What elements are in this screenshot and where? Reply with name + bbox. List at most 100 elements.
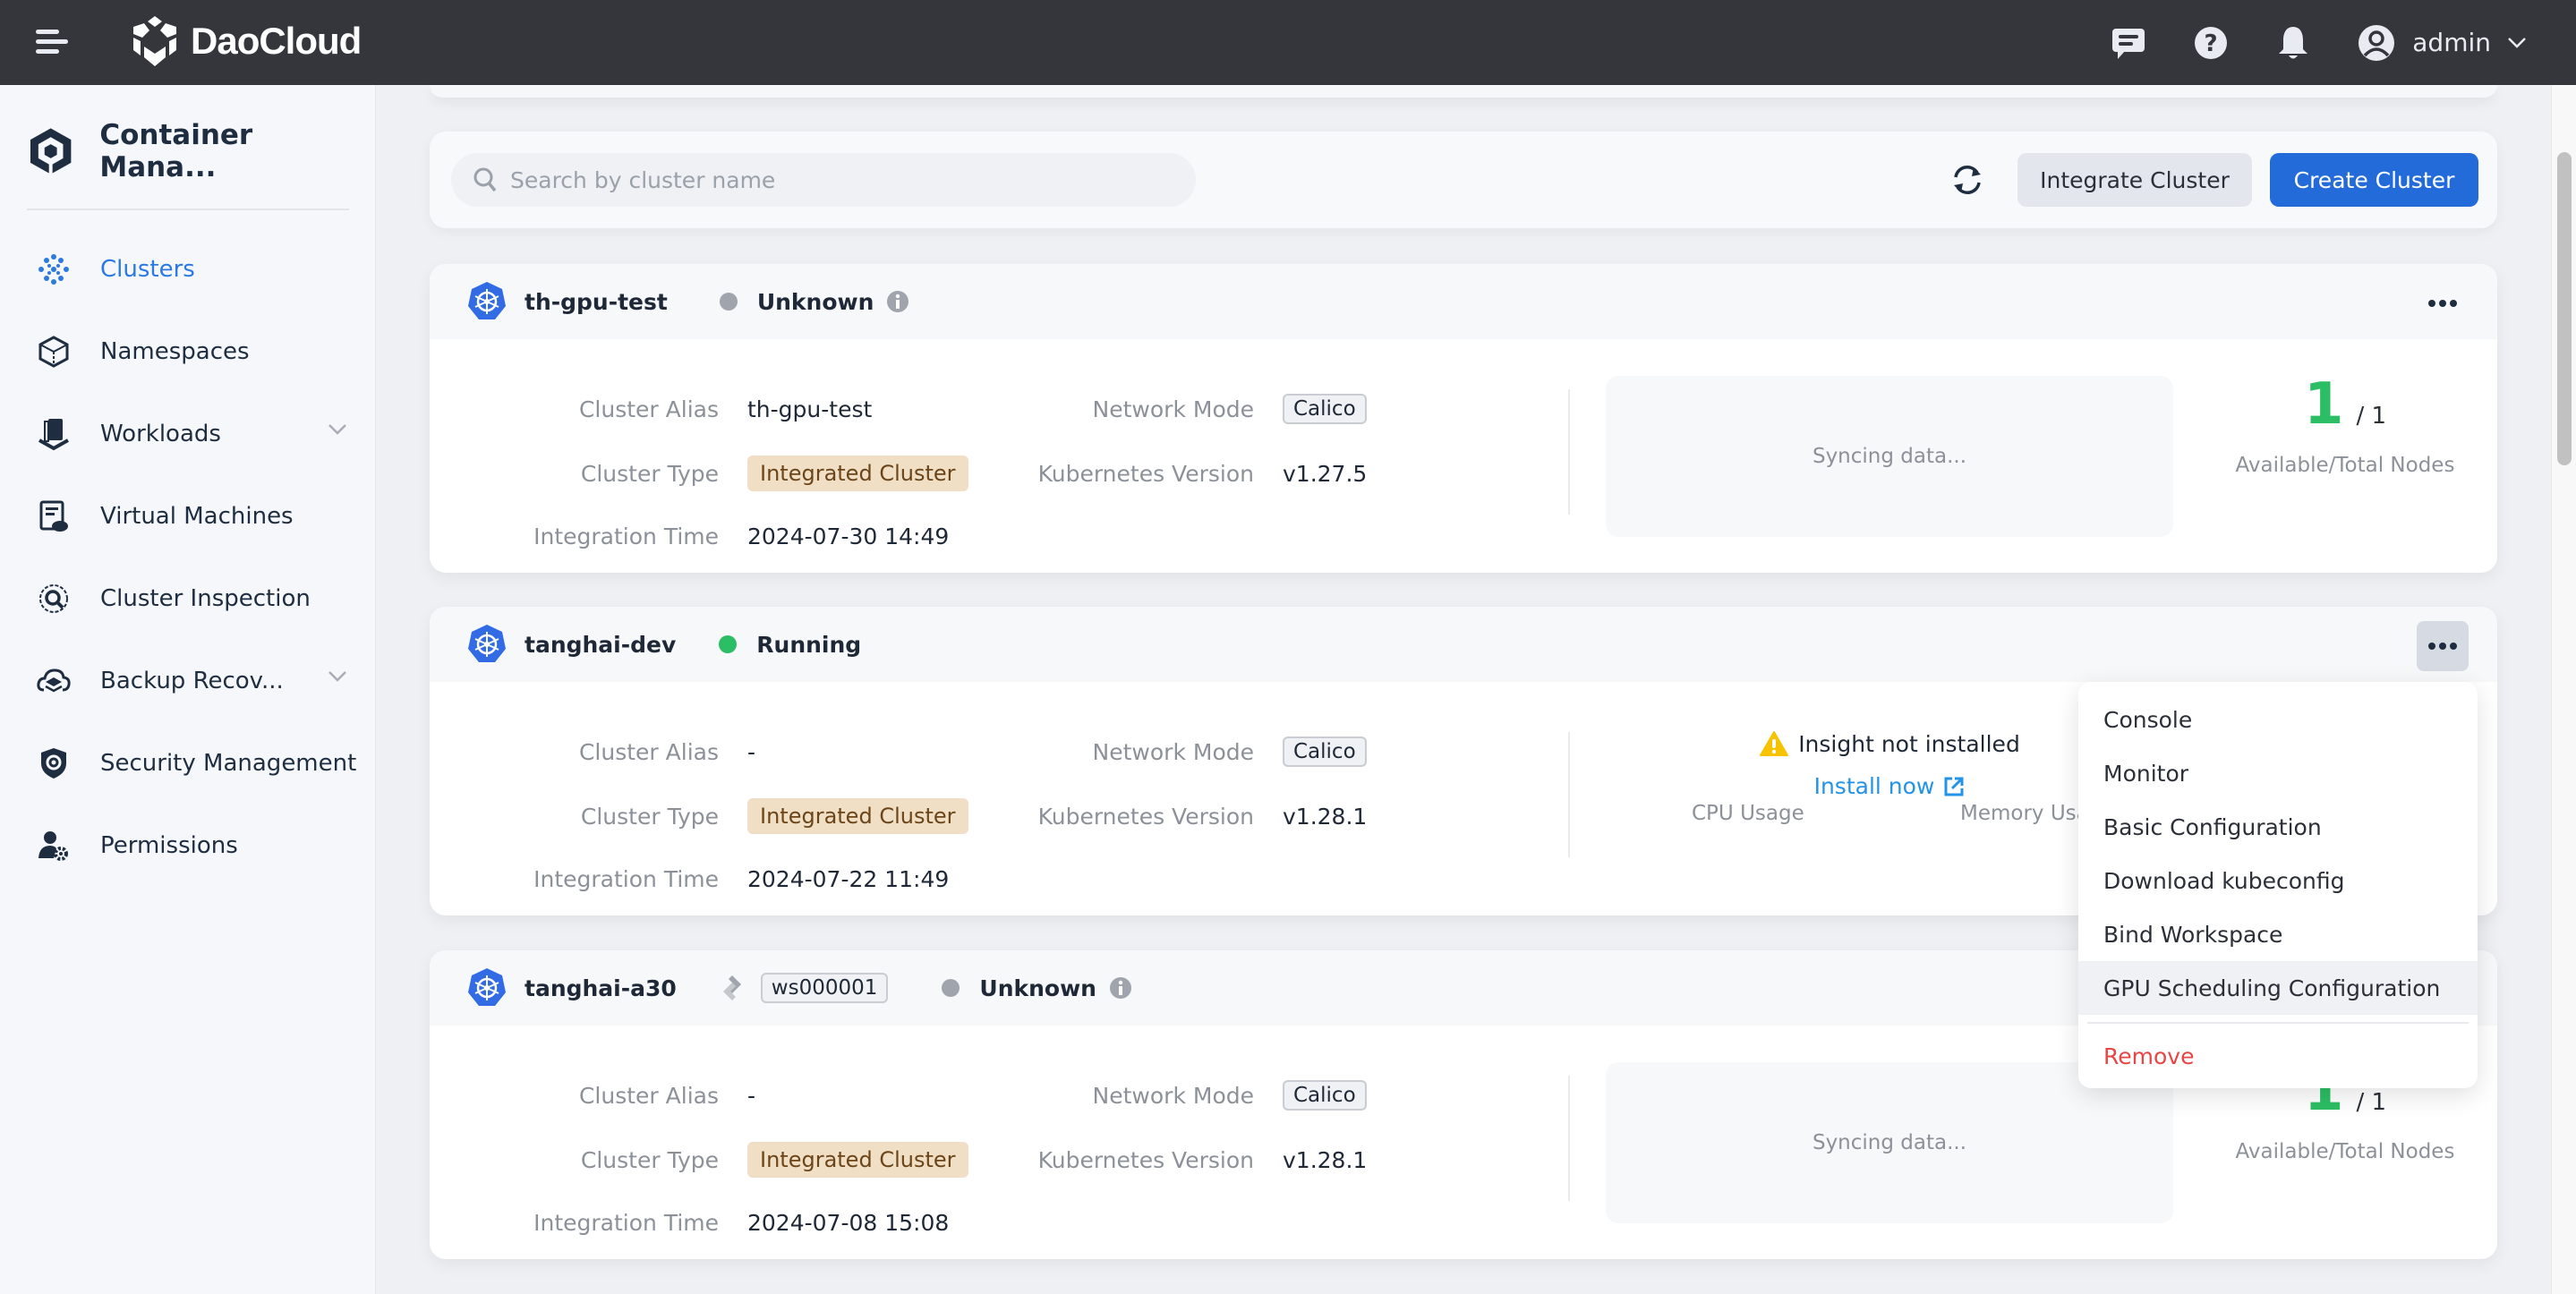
divider <box>1568 1076 1570 1201</box>
menu-divider <box>2087 1022 2469 1024</box>
search-input[interactable] <box>510 166 1190 193</box>
chevron-down-icon[interactable] <box>328 670 347 683</box>
cluster-actions-menu: Console Monitor Basic Configuration Down… <box>2078 682 2478 1088</box>
menu-item-bind-workspace[interactable]: Bind Workspace <box>2078 907 2478 961</box>
menu-item-monitor[interactable]: Monitor <box>2078 746 2478 800</box>
bell-icon[interactable] <box>2274 24 2312 62</box>
chevron-down-icon[interactable] <box>328 423 347 436</box>
kubernetes-icon <box>468 625 506 662</box>
field-label: Network Mode <box>1092 738 1254 765</box>
info-icon[interactable] <box>886 290 909 313</box>
sidebar-item-virtual-machines[interactable]: Virtual Machines <box>0 475 376 558</box>
info-icon[interactable] <box>1109 976 1132 1000</box>
virtual-machine-icon <box>36 498 72 534</box>
insight-status-text: Insight not installed <box>1798 730 2020 757</box>
cluster-name[interactable]: tanghai-a30 <box>525 975 677 1001</box>
field-label: Integration Time <box>533 865 719 892</box>
cluster-card-header: th-gpu-test Unknown <box>430 264 2497 339</box>
search-icon <box>473 167 497 192</box>
more-actions-button[interactable] <box>2417 621 2469 671</box>
create-cluster-button[interactable]: Create Cluster <box>2270 153 2478 207</box>
sidebar-item-label: Cluster Inspection <box>100 585 311 612</box>
install-now-link[interactable]: Install now <box>1814 773 1966 799</box>
network-mode-tag: Calico <box>1283 1080 1367 1111</box>
sidebar-nav: Clusters Namespaces Workloads Virtual Ma… <box>0 228 376 887</box>
memory-usage-label: Memory Usa <box>1960 802 2089 825</box>
integrate-cluster-button[interactable]: Integrate Cluster <box>2017 153 2252 207</box>
sidebar: Container Mana... Clusters Namespaces Wo… <box>0 85 376 1294</box>
external-link-icon <box>1944 777 1964 796</box>
nodes-label: Available/Total Nodes <box>2235 454 2455 477</box>
container-management-icon <box>30 128 72 176</box>
total-nodes: / 1 <box>2356 1089 2387 1116</box>
menu-item-download-kubeconfig[interactable]: Download kubeconfig <box>2078 854 2478 907</box>
status-dot <box>719 635 738 653</box>
sidebar-item-label: Workloads <box>100 421 221 447</box>
cluster-name[interactable]: th-gpu-test <box>525 289 668 315</box>
workloads-icon <box>36 416 72 452</box>
field-label: Network Mode <box>1092 396 1254 422</box>
sidebar-item-label: Security Management <box>100 750 357 777</box>
sidebar-item-label: Namespaces <box>100 338 250 365</box>
workspace-icon <box>722 975 741 1000</box>
field-label: Network Mode <box>1092 1082 1254 1109</box>
menu-item-basic-configuration[interactable]: Basic Configuration <box>2078 800 2478 854</box>
sidebar-item-label: Virtual Machines <box>100 503 294 530</box>
sidebar-item-namespaces[interactable]: Namespaces <box>0 311 376 393</box>
status-text: Unknown <box>979 975 1096 1001</box>
menu-item-gpu-scheduling-configuration[interactable]: GPU Scheduling Configuration <box>2078 961 2478 1015</box>
status-text: Unknown <box>756 288 874 315</box>
kubernetes-icon <box>468 968 506 1006</box>
sidebar-item-workloads[interactable]: Workloads <box>0 393 376 475</box>
help-icon[interactable]: ? <box>2192 24 2230 62</box>
menu-item-remove[interactable]: Remove <box>2078 1029 2478 1083</box>
sidebar-divider <box>27 209 349 210</box>
clusters-icon <box>36 251 72 287</box>
sidebar-item-label: Permissions <box>100 832 238 859</box>
warning-icon <box>1760 731 1789 756</box>
divider <box>1568 732 1570 857</box>
install-now-label: Install now <box>1813 773 1935 799</box>
integration-time: 2024-07-08 15:08 <box>747 1209 950 1236</box>
menu-icon[interactable] <box>36 28 68 56</box>
more-actions-button[interactable] <box>2417 278 2469 328</box>
kubernetes-version: v1.27.5 <box>1283 460 1368 487</box>
sync-placeholder: Syncing data... <box>1606 376 2173 537</box>
scrollbar-thumb[interactable] <box>2557 152 2572 465</box>
field-label: Kubernetes Version <box>1037 460 1254 487</box>
previous-card-edge <box>430 85 2497 98</box>
menu-item-console[interactable]: Console <box>2078 693 2478 746</box>
page-scrollbar[interactable] <box>2551 85 2576 1294</box>
sidebar-item-clusters[interactable]: Clusters <box>0 228 376 311</box>
nodes-label: Available/Total Nodes <box>2235 1140 2455 1163</box>
refresh-icon <box>1954 166 1981 194</box>
brand-logo[interactable]: DaoCloud <box>130 14 362 68</box>
sidebar-item-permissions[interactable]: Permissions <box>0 804 376 887</box>
user-menu[interactable]: admin <box>2357 23 2527 63</box>
sidebar-item-backup-recovery[interactable]: Backup Recov... <box>0 640 376 722</box>
app-title: Container Mana... <box>29 119 375 183</box>
chevron-down-icon <box>2508 37 2526 48</box>
refresh-button[interactable] <box>1947 159 1988 200</box>
top-navigation-bar: DaoCloud ? admin <box>0 0 2576 85</box>
integration-time: 2024-07-30 14:49 <box>747 523 950 549</box>
status-dot <box>942 979 960 997</box>
search-box[interactable] <box>451 153 1196 207</box>
field-label: Integration Time <box>533 523 719 549</box>
cluster-status: Unknown <box>719 288 910 315</box>
network-mode-tag: Calico <box>1283 736 1367 767</box>
more-dots-icon <box>2428 643 2457 650</box>
permissions-user-gear-icon <box>36 828 72 864</box>
daocloud-logo-icon <box>133 16 176 66</box>
message-icon[interactable] <box>2110 24 2147 62</box>
more-dots-icon <box>2428 300 2457 307</box>
cluster-name[interactable]: tanghai-dev <box>525 632 676 658</box>
cluster-card: th-gpu-test Unknown Cluster Alias th-gpu-… <box>430 264 2497 573</box>
sidebar-item-security-management[interactable]: Security Management <box>0 722 376 804</box>
total-nodes: / 1 <box>2356 403 2387 430</box>
field-label: Kubernetes Version <box>1037 803 1254 830</box>
sidebar-item-cluster-inspection[interactable]: Cluster Inspection <box>0 558 376 640</box>
user-avatar-icon <box>2358 24 2395 61</box>
syncing-text: Syncing data... <box>1812 445 1967 468</box>
cpu-usage-label: CPU Usage <box>1692 802 1804 825</box>
